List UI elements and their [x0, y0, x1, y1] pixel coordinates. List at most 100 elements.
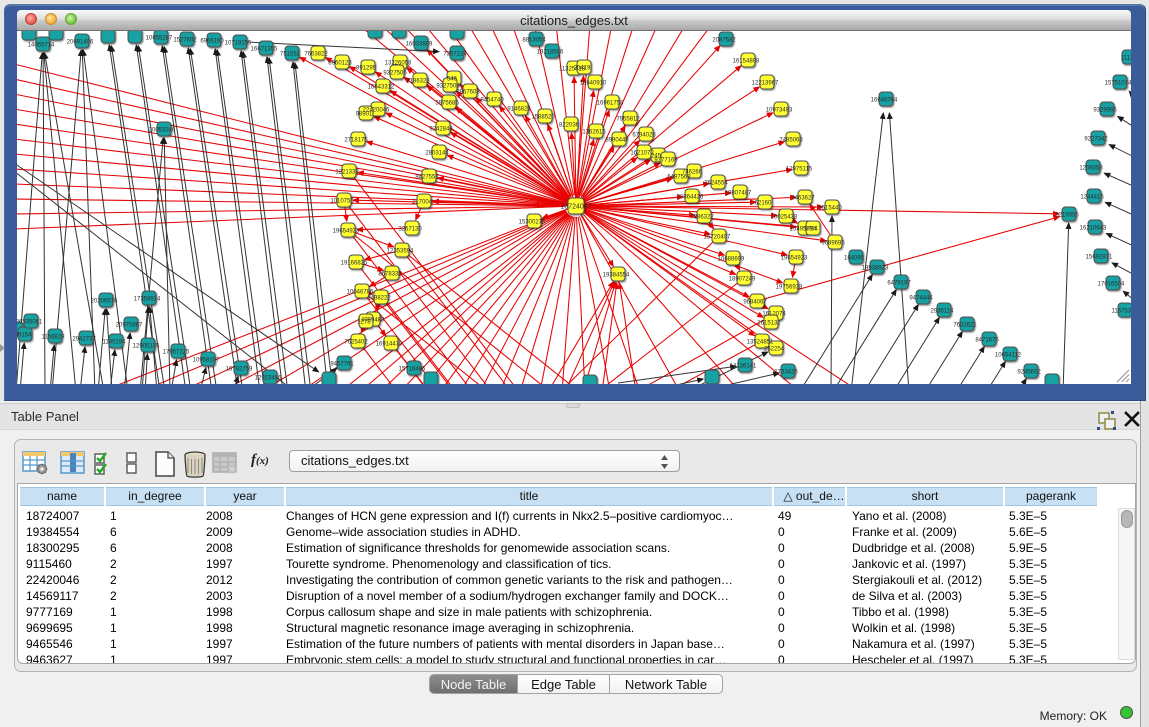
svg-text:7955812: 7955812: [616, 117, 640, 123]
svg-text:8471676: 8471676: [975, 338, 999, 344]
svg-text:891295: 891295: [356, 66, 377, 72]
svg-text:14055714: 14055714: [28, 43, 55, 49]
svg-text:20053346: 20053346: [149, 128, 176, 134]
svg-text:2087682: 2087682: [712, 38, 736, 44]
svg-text:2718176: 2718176: [344, 138, 368, 144]
svg-text:20419: 20419: [574, 66, 591, 72]
svg-text:18907249: 18907249: [729, 277, 756, 283]
svg-text:20975867: 20975867: [116, 323, 143, 329]
svg-text:10973493: 10973493: [766, 108, 793, 114]
svg-text:1145194: 1145194: [103, 340, 127, 346]
svg-text:1527602: 1527602: [173, 38, 197, 44]
svg-text:7485063: 7485063: [779, 138, 803, 144]
svg-text:9777169: 9777169: [654, 158, 678, 164]
svg-text:3875685: 3875685: [435, 101, 459, 107]
svg-text:15692971: 15692971: [1086, 255, 1113, 261]
svg-text:9684067: 9684067: [743, 300, 767, 306]
svg-text:1733426: 1733426: [774, 370, 798, 376]
svg-text:9245652: 9245652: [1017, 370, 1041, 376]
svg-text:1244415: 1244415: [1080, 195, 1104, 201]
svg-text:20364436: 20364436: [677, 195, 704, 201]
svg-text:9474444: 9474444: [909, 296, 933, 302]
svg-text:6794028: 6794028: [632, 133, 656, 139]
svg-text:26535061: 26535061: [17, 320, 43, 326]
svg-text:16648784: 16648784: [871, 98, 898, 104]
svg-text:9146821: 9146821: [507, 107, 531, 113]
svg-text:8990448: 8990448: [605, 138, 629, 144]
svg-text:3624554: 3624554: [704, 181, 728, 187]
svg-text:9329966: 9329966: [1093, 108, 1117, 114]
svg-text:20206576: 20206576: [91, 299, 118, 305]
svg-text:19166825: 19166825: [341, 261, 368, 267]
svg-text:8678332: 8678332: [378, 272, 402, 278]
svg-text:16210643: 16210643: [1080, 226, 1107, 232]
svg-text:7357224: 7357224: [443, 52, 467, 58]
svg-text:16961758: 16961758: [597, 101, 624, 107]
svg-text:164095: 164095: [844, 256, 865, 262]
svg-text:7886322: 7886322: [690, 215, 714, 221]
svg-text:1612074: 1612074: [762, 312, 786, 318]
svg-text:8427552: 8427552: [415, 175, 439, 181]
svg-text:13524851: 13524851: [747, 340, 774, 346]
svg-text:19938923: 19938923: [862, 266, 889, 272]
svg-text:18640910: 18640910: [580, 81, 607, 87]
svg-text:1010755: 1010755: [330, 199, 354, 205]
svg-text:2803144: 2803144: [425, 151, 449, 157]
svg-text:7625402: 7625402: [344, 340, 368, 346]
svg-text:16154808: 16154808: [733, 59, 760, 65]
svg-text:15751074: 15751074: [1105, 81, 1131, 87]
svg-text:1498222: 1498222: [367, 296, 391, 302]
svg-text:751552: 751552: [280, 52, 301, 58]
svg-text:217004: 217004: [412, 200, 433, 206]
svg-text:10958107: 10958107: [193, 358, 220, 364]
svg-text:1362615: 1362615: [582, 130, 606, 136]
svg-text:252254: 252254: [764, 347, 785, 353]
svg-text:1112: 1112: [1121, 56, 1131, 62]
svg-text:15720407: 15720407: [704, 235, 731, 241]
svg-text:8186323: 8186323: [406, 79, 430, 85]
svg-text:18724007: 18724007: [560, 204, 591, 211]
svg-text:10025438: 10025438: [771, 215, 798, 221]
svg-text:8813054: 8813054: [522, 38, 546, 44]
svg-text:3215955: 3215955: [1055, 213, 1079, 219]
svg-text:39154: 39154: [17, 333, 32, 339]
svg-text:9463627: 9463627: [791, 196, 815, 202]
svg-text:10654112: 10654112: [995, 353, 1022, 359]
svg-text:17359924: 17359924: [134, 297, 161, 303]
svg-text:10655287: 10655287: [146, 36, 173, 42]
svg-text:1588520: 1588520: [531, 115, 555, 121]
svg-text:9242848: 9242848: [429, 127, 453, 133]
svg-text:10719155: 10719155: [225, 41, 252, 47]
svg-text:6479197: 6479197: [887, 281, 911, 287]
svg-text:822036: 822036: [559, 123, 580, 129]
svg-text:1615132: 1615132: [757, 321, 781, 327]
svg-text:1167533: 1167533: [1112, 309, 1131, 315]
svg-text:19218506: 19218506: [537, 50, 564, 56]
svg-text:746266: 746266: [682, 170, 703, 176]
svg-text:19654923: 19654923: [333, 229, 360, 235]
svg-text:16671355: 16671355: [251, 47, 278, 53]
svg-text:9689695: 9689695: [821, 241, 845, 247]
svg-text:16782759: 16782759: [226, 367, 253, 373]
svg-text:12923466: 12923466: [255, 376, 282, 382]
svg-text:2942737: 2942737: [72, 337, 96, 343]
svg-text:8960123: 8960123: [328, 61, 352, 67]
svg-text:19654923: 19654923: [781, 256, 808, 262]
svg-text:1221338: 1221338: [335, 170, 359, 176]
svg-text:10807487: 10807487: [725, 191, 752, 197]
svg-text:546: 546: [447, 77, 458, 83]
svg-text:1156829: 1156829: [42, 335, 66, 341]
svg-text:9227342: 9227342: [1084, 137, 1108, 143]
svg-text:15300275: 15300275: [519, 220, 546, 226]
svg-text:2935114: 2935114: [931, 309, 955, 315]
svg-text:19384554: 19384554: [603, 273, 630, 279]
svg-text:12975115: 12975115: [786, 167, 813, 173]
svg-text:62160: 62160: [755, 201, 772, 207]
svg-text:9704: 9704: [804, 227, 818, 233]
svg-text:16543312: 16543312: [368, 85, 395, 91]
svg-text:7632621: 7632621: [953, 323, 977, 329]
svg-text:3267130: 3267130: [398, 227, 422, 233]
svg-text:12213967: 12213967: [752, 81, 779, 87]
svg-text:8454749: 8454749: [480, 98, 504, 104]
svg-text:1209358: 1209358: [1079, 166, 1103, 172]
